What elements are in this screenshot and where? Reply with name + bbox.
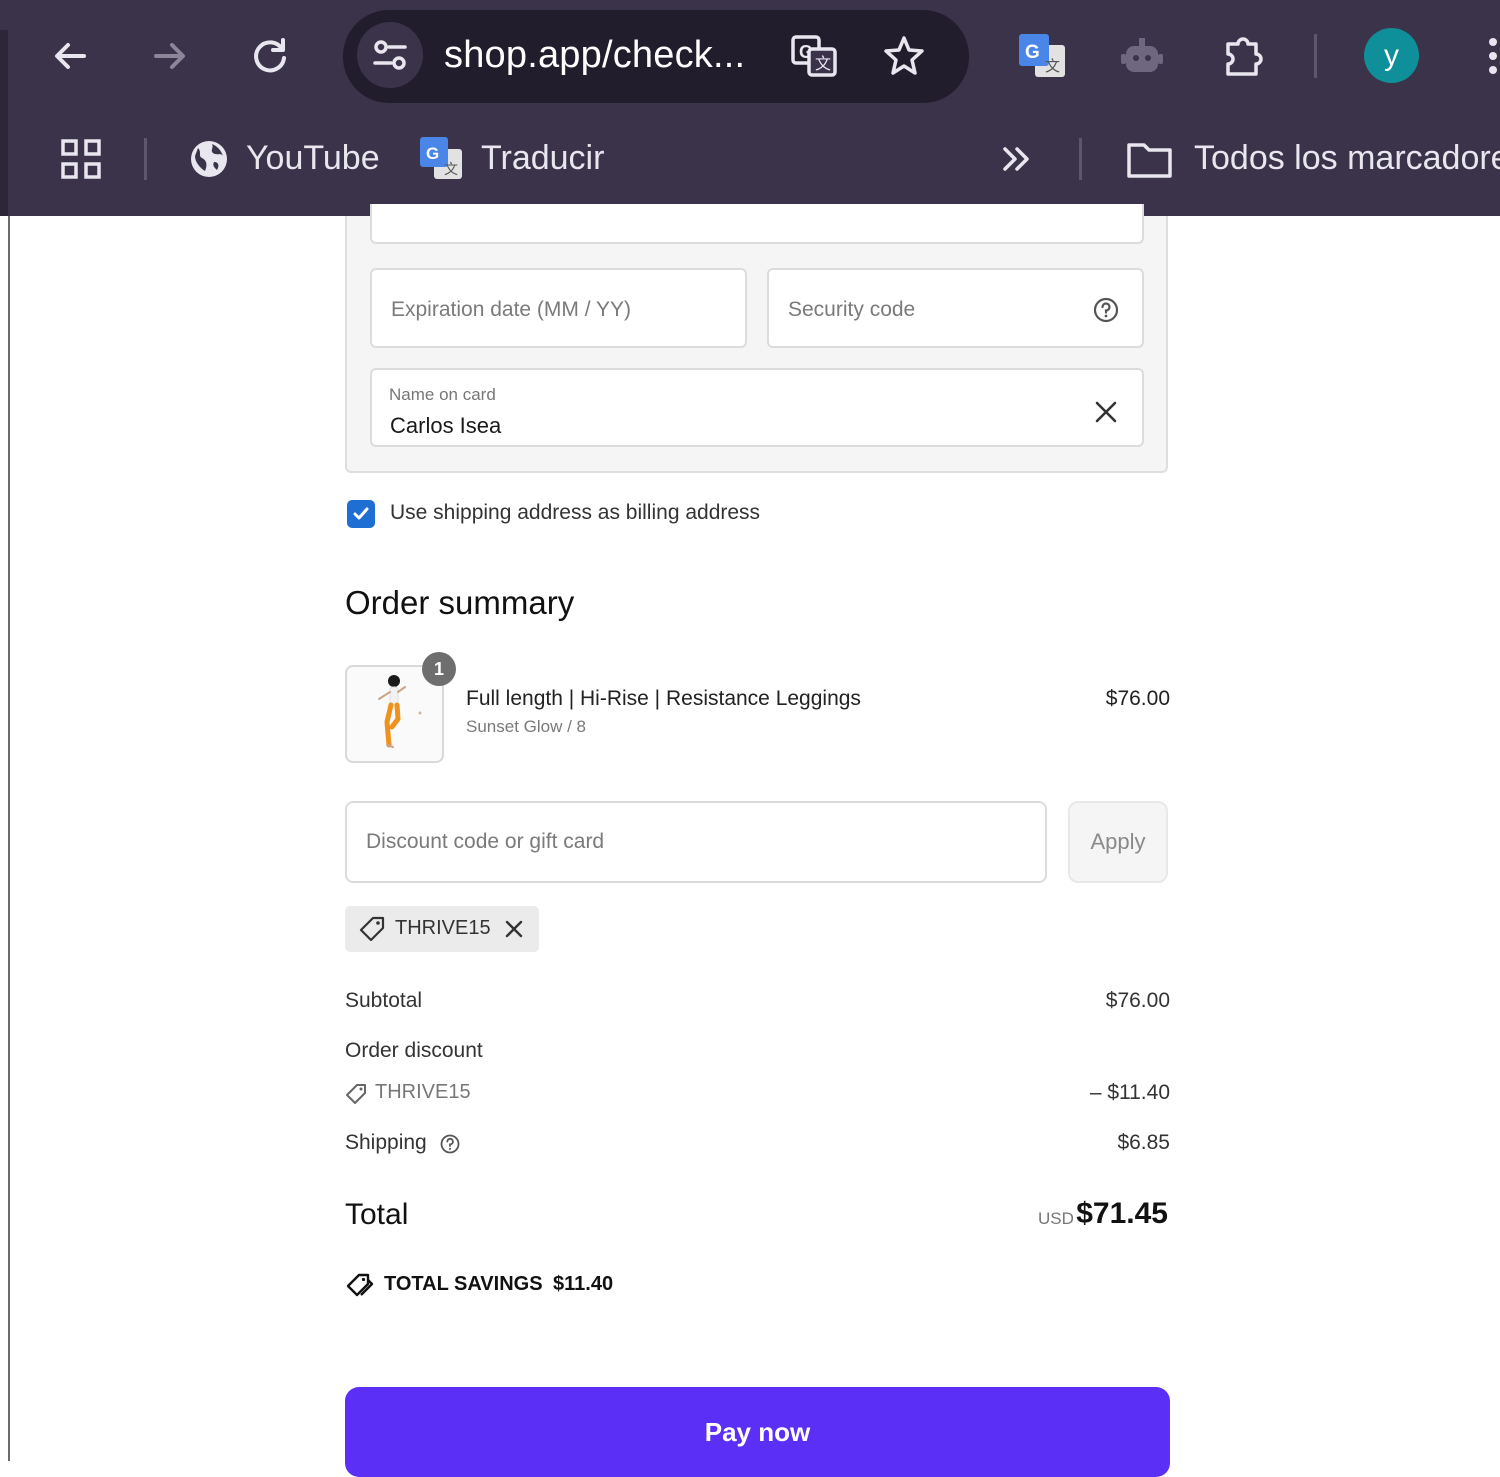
all-bookmarks-label: Todos los marcadore [1194,139,1500,177]
svg-text:文: 文 [815,54,831,73]
help-icon[interactable] [1092,296,1120,324]
url-text[interactable]: shop.app/check... [444,34,745,77]
toolbar-divider [1314,34,1317,78]
shipping-value: $6.85 [1117,1131,1170,1154]
apps-button[interactable] [58,136,104,182]
svg-text:文: 文 [1045,57,1060,75]
bookmarks-divider [144,138,147,180]
arrow-right-icon [154,43,185,69]
bookmark-label: Traducir [481,139,605,177]
discount-code-input[interactable]: Discount code or gift card [345,801,1047,883]
folder-icon [1127,143,1172,178]
quantity-badge: 1 [422,652,456,686]
applied-discount-chip: THRIVE15 [345,906,539,952]
discount-amount: – $11.40 [1089,1081,1170,1104]
google-translate-extension[interactable]: G 文 [1016,30,1068,82]
svg-text:G: G [1025,42,1040,63]
total-savings-value: $11.40 [553,1273,614,1295]
window-edge [0,30,8,216]
discount-code-placeholder: Discount code or gift card [366,830,605,853]
translate-icon: G 文 [791,35,837,77]
kebab-menu-icon [1489,38,1497,74]
translate-page-button[interactable]: G 文 [788,30,840,82]
apply-discount-button[interactable]: Apply [1068,801,1168,883]
product-variant: Sunset Glow / 8 [466,717,587,736]
globe-icon [191,141,227,177]
robot-extension[interactable] [1116,30,1168,82]
bookmark-youtube[interactable]: YouTube [186,136,380,182]
tag-icon [346,1084,366,1104]
subtotal-value: $76.00 [1105,989,1170,1012]
remove-discount-icon[interactable] [503,918,525,940]
reload-button[interactable] [246,32,294,80]
total-value: $71.45 [1076,1197,1168,1230]
discount-code-line: THRIVE15 [375,1081,471,1103]
shipping-label: Shipping [345,1131,427,1154]
security-code-field[interactable]: Security code [767,268,1144,348]
subtotal-label: Subtotal [345,989,423,1012]
browser-chrome: shop.app/check... G 文 G 文 y YouTube G 文 … [0,0,1500,216]
expiration-date-field[interactable]: Expiration date (MM / YY) [370,268,747,348]
more-bookmarks-button[interactable] [996,138,1038,180]
apps-grid-icon [61,139,101,179]
robot-icon [1121,38,1163,72]
clear-icon[interactable] [1093,399,1119,425]
security-code-placeholder: Security code [788,298,916,321]
billing-address-label[interactable]: Use shipping address as billing address [390,501,760,525]
double-chevron-right-icon [1003,147,1029,171]
all-bookmarks-folder[interactable]: Todos los marcadore [1126,136,1500,182]
help-icon[interactable] [439,1133,461,1155]
pay-now-button[interactable]: Pay now [345,1387,1170,1477]
reload-icon [254,38,286,73]
puzzle-icon [1226,37,1263,76]
billing-address-checkbox[interactable] [347,500,375,528]
savings-tag-icon [346,1273,374,1297]
currency-code: USD [1038,1209,1074,1228]
star-icon [884,36,924,75]
arrow-left-icon [55,43,86,69]
google-translate-icon: G 文 [420,137,462,179]
svg-text:G: G [426,144,439,163]
name-on-card-field[interactable]: Name on card Carlos Isea [370,368,1144,447]
bookmark-star-button[interactable] [878,30,930,82]
svg-text:文: 文 [444,162,458,178]
order-discount-label: Order discount [345,1039,483,1062]
name-on-card-label: Name on card [389,385,496,404]
tag-icon [359,916,385,942]
forward-button[interactable] [146,32,194,80]
menu-button[interactable] [1478,34,1500,78]
order-summary-title: Order summary [345,584,575,621]
bookmark-traducir[interactable]: G 文 Traducir [418,134,608,184]
checkmark-icon [353,507,369,520]
google-translate-icon: G 文 [1019,34,1065,77]
product-name: Full length | Hi-Rise | Resistance Leggi… [466,687,861,710]
profile-avatar[interactable]: y [1364,28,1419,83]
back-button[interactable] [46,32,94,80]
bookmark-label: YouTube [246,139,380,177]
expiration-placeholder: Expiration date (MM / YY) [391,298,632,321]
extensions-button[interactable] [1218,30,1270,82]
tune-icon [373,40,407,70]
applied-code-text: THRIVE15 [395,917,491,939]
window-border [8,216,10,1461]
bookmarks-divider [1079,138,1082,180]
product-price: $76.00 [1105,687,1170,710]
card-number-field[interactable] [370,204,1144,244]
site-info-button[interactable] [357,22,423,88]
total-label: Total [345,1198,409,1231]
name-on-card-value[interactable]: Carlos Isea [390,413,501,439]
total-savings-label: TOTAL SAVINGS [384,1273,543,1295]
